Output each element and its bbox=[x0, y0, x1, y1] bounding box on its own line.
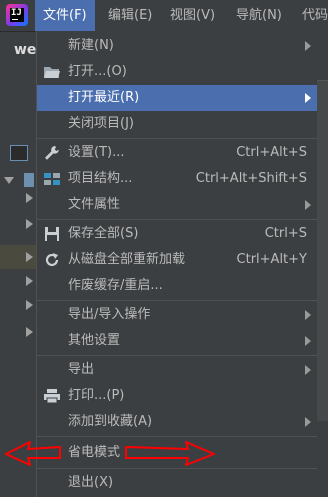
submenu-arrow-icon bbox=[305, 310, 311, 320]
menu-item-reload-from-disk[interactable]: 从磁盘全部重新加载 Ctrl+Alt+Y bbox=[37, 247, 317, 273]
folder-icon bbox=[44, 67, 60, 78]
menu-view[interactable]: 视图(V) bbox=[162, 0, 223, 31]
red-arrow-annotation bbox=[5, 441, 215, 466]
submenu-arrow-icon bbox=[305, 365, 311, 375]
tree-expand-icon[interactable] bbox=[4, 177, 14, 184]
tree-collapse-icon[interactable] bbox=[26, 193, 33, 203]
shortcut-label: Ctrl+Alt+Y bbox=[236, 252, 307, 267]
tree-collapse-icon[interactable] bbox=[26, 327, 33, 337]
menu-item-add-to-favorites[interactable]: 添加到收藏(A) bbox=[37, 409, 317, 435]
menu-item-label: 项目结构... bbox=[68, 171, 133, 186]
menu-item-label: 导出 bbox=[68, 362, 95, 377]
shortcut-label: Ctrl+Alt+S bbox=[236, 145, 307, 160]
menu-navigate[interactable]: 导航(N) bbox=[228, 0, 290, 31]
shortcut-label: Ctrl+S bbox=[264, 226, 307, 241]
menu-separator bbox=[37, 300, 317, 301]
menu-code[interactable]: 代码 bbox=[294, 0, 328, 31]
menu-item-label: 设置(T)... bbox=[68, 145, 125, 160]
tree-collapse-icon[interactable] bbox=[26, 252, 33, 262]
menu-edit[interactable]: 编辑(E) bbox=[100, 0, 160, 31]
submenu-arrow-icon bbox=[305, 336, 311, 346]
shortcut-label: Ctrl+Alt+Shift+S bbox=[195, 171, 307, 186]
save-icon bbox=[45, 227, 59, 241]
project-structure-icon bbox=[44, 173, 60, 185]
menu-item-open-recent[interactable]: 打开最近(R) bbox=[37, 85, 317, 111]
menu-item-label: 退出(X) bbox=[68, 475, 114, 490]
menu-item-settings[interactable]: 设置(T)... Ctrl+Alt+S bbox=[37, 140, 317, 166]
menu-item-export[interactable]: 导出 bbox=[37, 357, 317, 383]
menu-item-save-all[interactable]: 保存全部(S) Ctrl+S bbox=[37, 221, 317, 247]
panel-toggle-icon[interactable] bbox=[10, 145, 28, 161]
menu-bar: IJ 文件(F) 编辑(E) 视图(V) 导航(N) 代码 bbox=[0, 0, 328, 31]
menu-item-label: 从磁盘全部重新加载 bbox=[68, 252, 186, 267]
menu-item-label: 打开最近(R) bbox=[68, 90, 140, 105]
tree-collapse-icon[interactable] bbox=[26, 300, 33, 310]
menu-item-import-export-settings[interactable]: 导出/导入操作 bbox=[37, 302, 317, 328]
menu-item-label: 导出/导入操作 bbox=[68, 307, 151, 322]
right-arrow-icon bbox=[125, 441, 215, 466]
menu-item-label: 其他设置 bbox=[68, 333, 121, 348]
menu-item-label: 保存全部(S) bbox=[68, 226, 139, 241]
left-arrow-icon bbox=[5, 441, 61, 466]
menu-item-label: 关闭项目(J) bbox=[68, 116, 134, 131]
menu-item-other-settings[interactable]: 其他设置 bbox=[37, 328, 317, 354]
submenu-arrow-icon bbox=[305, 93, 311, 103]
project-tree-panel bbox=[0, 69, 36, 497]
menu-item-print[interactable]: 打印...(P) bbox=[37, 383, 317, 409]
tree-collapse-icon[interactable] bbox=[26, 219, 33, 229]
submenu-arrow-icon bbox=[305, 41, 311, 51]
menu-item-open[interactable]: 打开...(O) bbox=[37, 59, 317, 85]
reload-icon bbox=[45, 253, 59, 267]
wrench-icon bbox=[45, 146, 59, 160]
menu-separator bbox=[37, 138, 317, 139]
menu-item-new[interactable]: 新建(N) bbox=[37, 33, 317, 59]
menu-item-invalidate-caches[interactable]: 作废缓存/重启... bbox=[37, 273, 317, 299]
menu-item-label: 文件属性 bbox=[68, 197, 121, 212]
file-menu-dropdown: 新建(N) 打开...(O) 打开最近(R) 关闭项目(J) 设置(T)... … bbox=[36, 31, 317, 497]
intellij-app-icon: IJ bbox=[6, 4, 28, 26]
menu-separator bbox=[37, 468, 317, 469]
menu-item-close-project[interactable]: 关闭项目(J) bbox=[37, 111, 317, 137]
tree-collapse-icon[interactable] bbox=[26, 276, 33, 286]
menu-item-label: 打开...(O) bbox=[68, 64, 127, 79]
menu-item-label: 作废缓存/重启... bbox=[68, 278, 163, 293]
menu-separator bbox=[37, 436, 317, 437]
print-icon bbox=[44, 389, 60, 404]
menu-item-project-structure[interactable]: 项目结构... Ctrl+Alt+Shift+S bbox=[37, 166, 317, 192]
menu-file[interactable]: 文件(F) bbox=[35, 0, 95, 31]
menu-item-label: 打印...(P) bbox=[68, 388, 125, 403]
menu-item-file-properties[interactable]: 文件属性 bbox=[37, 192, 317, 218]
menu-item-label: 添加到收藏(A) bbox=[68, 414, 153, 429]
submenu-arrow-icon bbox=[305, 417, 311, 427]
menu-separator bbox=[37, 219, 317, 220]
module-icon bbox=[24, 173, 34, 187]
recent-submenu-panel bbox=[316, 80, 328, 421]
menu-separator bbox=[37, 355, 317, 356]
menu-item-exit[interactable]: 退出(X) bbox=[37, 470, 317, 496]
project-tab-label[interactable]: we bbox=[14, 42, 36, 58]
menu-item-label: 新建(N) bbox=[68, 38, 114, 53]
submenu-arrow-icon bbox=[305, 200, 311, 210]
